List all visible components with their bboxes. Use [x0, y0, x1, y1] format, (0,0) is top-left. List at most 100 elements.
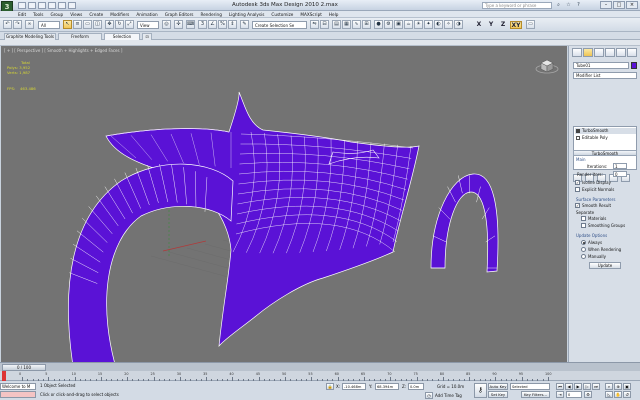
create-tab-icon[interactable]: [572, 48, 582, 57]
select-link-icon[interactable]: ∞: [25, 20, 34, 29]
utilities-tab-icon[interactable]: [627, 48, 637, 57]
ribbon-toggle-icon[interactable]: ▭: [526, 20, 535, 29]
redo-icon[interactable]: [58, 2, 66, 9]
lock-selection-icon[interactable]: 🔒: [326, 383, 334, 390]
selection-filter-dropdown[interactable]: All: [38, 21, 60, 29]
rect-selection-icon[interactable]: ▭: [83, 20, 92, 29]
rendered-frame-icon[interactable]: ▣: [394, 20, 403, 29]
viewcube-icon[interactable]: [535, 58, 559, 74]
select-manipulate-icon[interactable]: ✣: [174, 20, 183, 29]
reference-coord-dropdown[interactable]: View: [137, 21, 159, 29]
update-button[interactable]: Update: [589, 262, 621, 269]
angle-snap-icon[interactable]: ∠: [208, 20, 217, 29]
select-by-name-icon[interactable]: ≡: [73, 20, 82, 29]
menu-item-group[interactable]: Group: [50, 12, 63, 17]
redo-tool-icon[interactable]: ↷: [13, 20, 22, 29]
schematic-view-icon[interactable]: ⊞: [362, 20, 371, 29]
spinner-snap-icon[interactable]: ⇕: [228, 20, 237, 29]
display-tab-icon[interactable]: [616, 48, 626, 57]
motion-tab-icon[interactable]: [605, 48, 615, 57]
track-bar[interactable]: 0 5 10 15 20 25 30 35 40 45 50 55 60 65 70 75 80 85 90 95 10…: [0, 371, 568, 381]
next-frame-icon[interactable]: ▷: [583, 383, 591, 390]
save-file-icon[interactable]: [38, 2, 46, 9]
manually-radio[interactable]: [581, 254, 586, 259]
set-key-button[interactable]: Set Key: [488, 391, 508, 398]
menu-item-customize[interactable]: Customize: [271, 12, 293, 17]
tab-graphite-modeling[interactable]: Graphite Modeling Tools: [4, 33, 56, 40]
object-name-field[interactable]: Tube01: [573, 62, 629, 69]
modifier-list-dropdown[interactable]: Modifier List: [573, 72, 637, 79]
menu-item-lighting-analysis[interactable]: Lighting Analysis: [229, 12, 265, 17]
keyboard-shortcut-icon[interactable]: ⌨: [186, 20, 195, 29]
zoom-all-icon[interactable]: ⊕: [614, 383, 622, 390]
graphite-toggle-icon[interactable]: ▦: [342, 20, 351, 29]
time-config-icon[interactable]: ⚙: [584, 391, 592, 398]
close-button[interactable]: ×: [626, 1, 638, 9]
go-to-start-icon[interactable]: ⏮: [556, 383, 564, 390]
pivot-center-icon[interactable]: ◎: [162, 20, 171, 29]
render-production-icon[interactable]: ☕: [404, 20, 413, 29]
new-file-icon[interactable]: [18, 2, 26, 9]
exposure-icon[interactable]: ◑: [454, 20, 463, 29]
menu-item-rendering[interactable]: Rendering: [200, 12, 221, 17]
key-mode-toggle-icon[interactable]: ⇥: [556, 391, 564, 398]
y-coord-field[interactable]: 68.394m: [375, 383, 399, 390]
light-bulb-icon[interactable]: [576, 129, 580, 133]
mirror-icon[interactable]: ⇋: [310, 20, 319, 29]
menu-item-edit[interactable]: Edit: [18, 12, 26, 17]
current-frame-field[interactable]: 0: [566, 391, 582, 398]
turbosmooth-rollout-title[interactable]: TurboSmooth: [573, 150, 637, 156]
perspective-viewport[interactable]: [ + ] [ Perspective ] [ Smooth + Highlig…: [1, 46, 567, 362]
key-icon[interactable]: ⚷: [474, 383, 487, 398]
environment-icon[interactable]: ◐: [434, 20, 443, 29]
time-slider[interactable]: 0 / 100: [2, 364, 46, 371]
tab-selection[interactable]: Selection: [104, 33, 140, 40]
expand-icon[interactable]: [576, 136, 580, 140]
layer-manager-icon[interactable]: ▤: [332, 20, 341, 29]
when-rendering-radio[interactable]: [581, 247, 586, 252]
axis-y-button[interactable]: Y: [486, 21, 496, 29]
stack-item-editable-poly[interactable]: Editable Poly: [575, 135, 636, 141]
menu-item-graph-editors[interactable]: Graph Editors: [165, 12, 194, 17]
rotate-icon[interactable]: ↻: [115, 20, 124, 29]
open-file-icon[interactable]: [28, 2, 36, 9]
stack-item-turbosmooth[interactable]: TurboSmooth: [575, 128, 636, 134]
undo-tool-icon[interactable]: ↶: [3, 20, 12, 29]
previous-frame-icon[interactable]: ◀: [565, 383, 573, 390]
z-coord-field[interactable]: 0.0m: [408, 383, 424, 390]
orbit-icon[interactable]: ↺: [623, 391, 631, 398]
ribbon-collapse-icon[interactable]: ⊡: [142, 33, 152, 40]
key-mode-dropdown[interactable]: Selected: [510, 383, 550, 390]
axis-z-button[interactable]: Z: [498, 21, 508, 29]
scale-icon[interactable]: ⤢: [125, 20, 134, 29]
play-icon[interactable]: ▶: [574, 383, 582, 390]
go-to-end-icon[interactable]: ⏭: [592, 383, 600, 390]
axis-xy-button[interactable]: XY: [510, 21, 522, 29]
material-editor-icon[interactable]: ●: [374, 20, 383, 29]
maximize-button[interactable]: □: [613, 1, 625, 9]
maxscript-output[interactable]: [0, 391, 36, 398]
photometric-icon[interactable]: ✦: [424, 20, 433, 29]
menu-item-help[interactable]: Help: [329, 12, 339, 17]
zoom-icon[interactable]: ⌕: [605, 383, 613, 390]
binoculars-icon[interactable]: ⌕: [555, 2, 562, 9]
isoline-display-checkbox[interactable]: ✓: [575, 180, 580, 185]
menu-item-tools[interactable]: Tools: [33, 12, 43, 17]
menu-item-modifiers[interactable]: Modifiers: [110, 12, 129, 17]
undo-icon[interactable]: [48, 2, 56, 9]
help-icon[interactable]: ?: [575, 2, 582, 9]
window-crossing-icon[interactable]: ◫: [93, 20, 102, 29]
select-object-icon[interactable]: ↖: [63, 20, 72, 29]
snap-toggle-icon[interactable]: 3: [198, 20, 207, 29]
explicit-normals-checkbox[interactable]: [575, 187, 580, 192]
time-slider-track[interactable]: 0 / 100: [0, 362, 640, 371]
percent-snap-icon[interactable]: %: [218, 20, 227, 29]
tube-model[interactable]: [1, 46, 567, 362]
time-tag-icon[interactable]: ◷: [425, 392, 433, 399]
iterations-spinner[interactable]: 1: [613, 163, 627, 169]
object-color-swatch[interactable]: [631, 62, 637, 69]
viewport-label[interactable]: [ + ] [ Perspective ] [ Smooth + Highlig…: [4, 48, 122, 53]
project-folder-icon[interactable]: [68, 2, 76, 9]
curve-editor-icon[interactable]: ∿: [352, 20, 361, 29]
menu-item-views[interactable]: Views: [70, 12, 82, 17]
